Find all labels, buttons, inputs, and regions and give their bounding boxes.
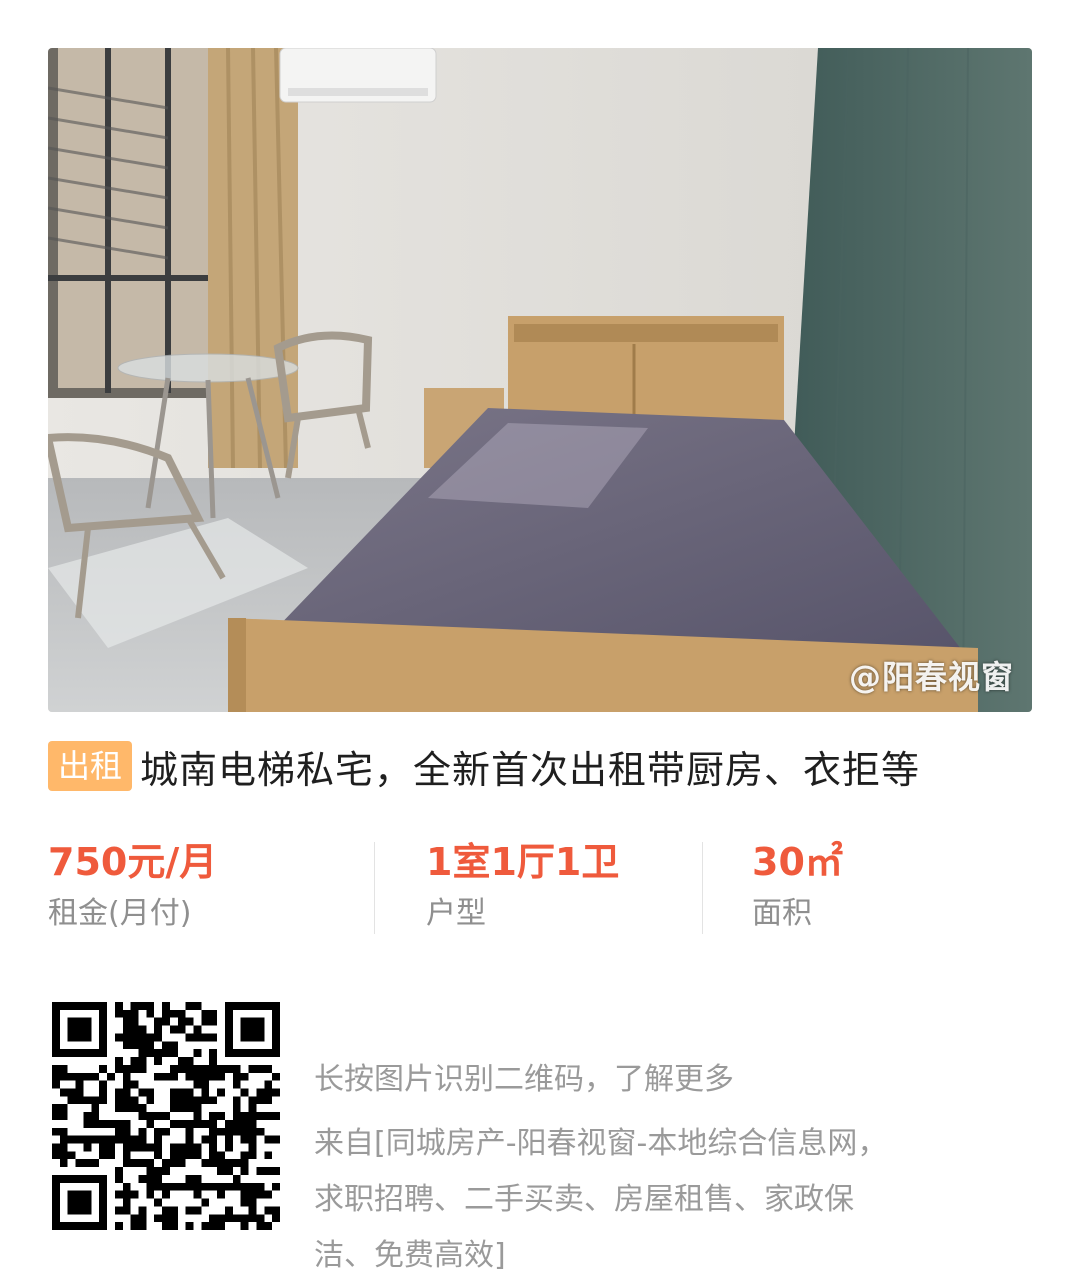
area-label: 面积	[752, 896, 812, 931]
rent-tag: 出租	[48, 741, 133, 791]
qr-code[interactable]	[52, 1002, 280, 1230]
stat-divider	[702, 842, 703, 934]
layout-value: 1室1厅1卫	[426, 840, 620, 884]
qr-info: 长按图片识别二维码，了解更多 来自[同城房产-阳春视窗-本地综合信息网， 求职招…	[314, 1054, 954, 1284]
qr-code-icon	[52, 1002, 280, 1230]
area-value: 30㎡	[752, 840, 843, 884]
listing-title[interactable]: 城南电梯私宅，全新首次出租带厨房、衣拒等	[140, 739, 920, 794]
room-photo-illustration	[48, 48, 1032, 712]
stat-layout: 1室1厅1卫 户型	[426, 836, 619, 936]
rent-value: 750元/月	[48, 840, 218, 884]
photo-watermark: @阳春视窗	[848, 658, 1014, 696]
rent-label: 租金(月付)	[48, 896, 192, 931]
source-text: 来自[同城房产-阳春视窗-本地综合信息网， 求职招聘、二手买卖、房屋租售、家政保…	[314, 1116, 954, 1284]
stat-rent: 750元/月 租金(月付)	[48, 836, 217, 936]
listing-stats: 750元/月 租金(月付) 1室1厅1卫 户型 30㎡ 面积	[48, 836, 1032, 936]
source-line: 洁、免费高效]	[314, 1238, 506, 1273]
listing-photo[interactable]: @阳春视窗	[48, 48, 1032, 712]
source-line: 来自[同城房产-阳春视窗-本地综合信息网，	[314, 1126, 888, 1161]
qr-hint: 长按图片识别二维码，了解更多	[314, 1062, 734, 1097]
source-line: 求职招聘、二手买卖、房屋租售、家政保	[314, 1182, 854, 1217]
listing-title-row: 出租 城南电梯私宅，全新首次出租带厨房、衣拒等	[48, 738, 1032, 794]
layout-label: 户型	[426, 896, 486, 931]
stat-area: 30㎡ 面积	[752, 836, 843, 936]
stat-divider	[374, 842, 375, 934]
